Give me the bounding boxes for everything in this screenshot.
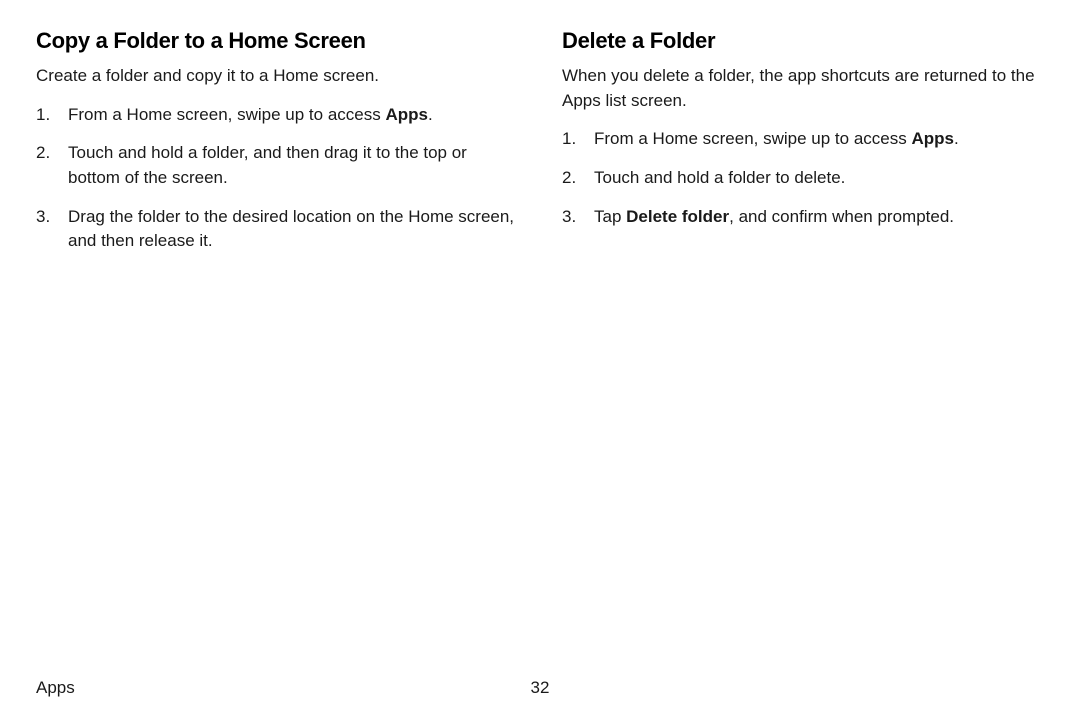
step-text: . xyxy=(428,105,433,124)
right-steps: From a Home screen, swipe up to access A… xyxy=(562,127,1044,229)
left-heading: Copy a Folder to a Home Screen xyxy=(36,28,518,54)
right-column: Delete a Folder When you delete a folder… xyxy=(562,28,1044,268)
right-intro: When you delete a folder, the app shortc… xyxy=(562,64,1044,113)
footer-section-label: Apps xyxy=(36,678,75,697)
step-bold: Apps xyxy=(911,129,954,148)
left-steps: From a Home screen, swipe up to access A… xyxy=(36,103,518,254)
page-number: 32 xyxy=(531,678,550,698)
right-step-2: Touch and hold a folder to delete. xyxy=(562,166,1044,191)
right-heading: Delete a Folder xyxy=(562,28,1044,54)
right-step-1: From a Home screen, swipe up to access A… xyxy=(562,127,1044,152)
left-column: Copy a Folder to a Home Screen Create a … xyxy=(36,28,518,268)
step-bold: Apps xyxy=(385,105,428,124)
left-step-2: Touch and hold a folder, and then drag i… xyxy=(36,141,518,190)
step-text: From a Home screen, swipe up to access xyxy=(68,105,385,124)
page-footer: Apps 32 xyxy=(36,678,1044,698)
step-text: Tap xyxy=(594,207,626,226)
step-text: From a Home screen, swipe up to access xyxy=(594,129,911,148)
step-text: . xyxy=(954,129,959,148)
right-step-3: Tap Delete folder, and confirm when prom… xyxy=(562,205,1044,230)
left-intro: Create a folder and copy it to a Home sc… xyxy=(36,64,518,89)
step-text: , and confirm when prompted. xyxy=(729,207,954,226)
content-columns: Copy a Folder to a Home Screen Create a … xyxy=(36,28,1044,268)
left-step-1: From a Home screen, swipe up to access A… xyxy=(36,103,518,128)
left-step-3: Drag the folder to the desired location … xyxy=(36,205,518,254)
step-bold: Delete folder xyxy=(626,207,729,226)
